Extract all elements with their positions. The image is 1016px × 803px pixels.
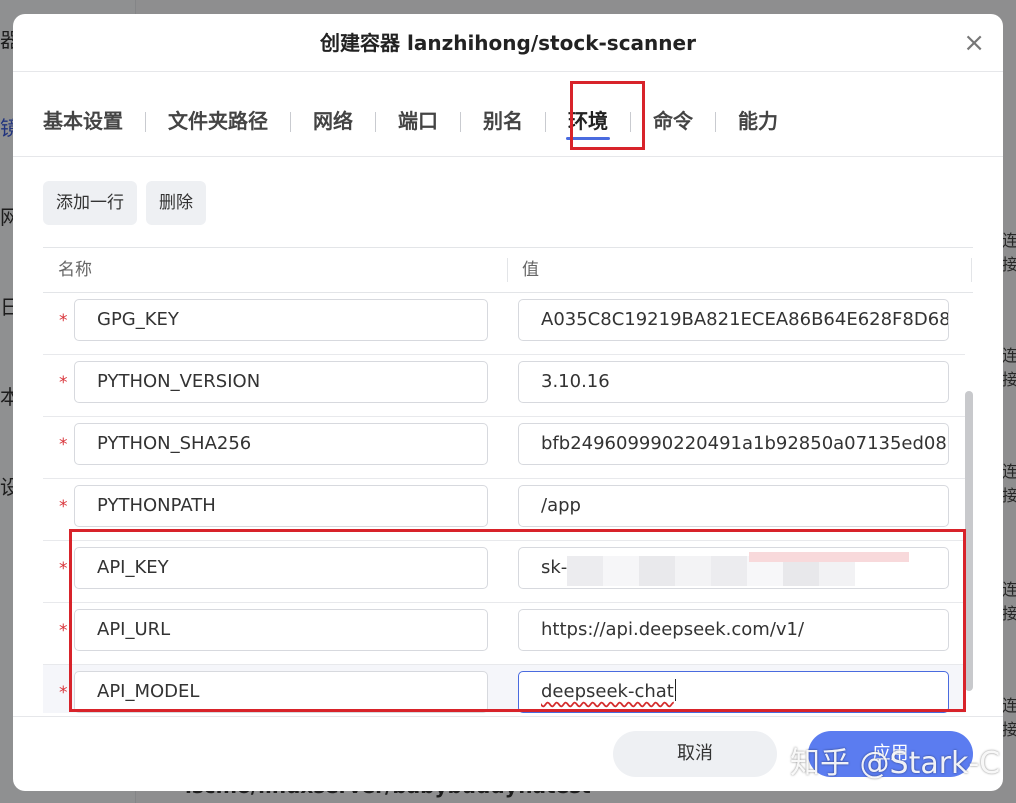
tab-7[interactable]: 能力 (716, 102, 800, 142)
tab-label: 命令 (653, 109, 693, 133)
footer-divider (13, 716, 1003, 717)
env-name-input[interactable]: GPG_KEY (74, 299, 488, 341)
tab-bar: 基本设置 文件夹路径 网络 端口 别名 环境 命令 能力 (43, 94, 800, 150)
column-header-name: 名称 (58, 260, 92, 280)
scrollbar-thumb[interactable] (965, 391, 973, 691)
title-divider (13, 71, 1003, 72)
env-value-input[interactable]: A035C8C19219BA821ECEA86B64E628F8D684 (518, 299, 949, 341)
tab-0[interactable]: 基本设置 (43, 102, 145, 142)
column-divider (971, 258, 972, 282)
api-rows-highlight-box (69, 529, 966, 712)
required-mark: * (59, 497, 68, 517)
env-name-input[interactable]: PYTHONPATH (74, 485, 488, 527)
tab-label: 别名 (483, 109, 523, 133)
tab-label: 能力 (738, 109, 778, 133)
env-value-input[interactable]: /app (518, 485, 949, 527)
required-mark: * (59, 373, 68, 393)
tab-label: 文件夹路径 (168, 109, 268, 133)
env-name-input[interactable]: PYTHON_SHA256 (74, 423, 488, 465)
required-mark: * (59, 435, 68, 455)
tab-highlight-box (570, 81, 645, 150)
required-mark: * (59, 559, 68, 579)
env-name-input[interactable]: PYTHON_VERSION (74, 361, 488, 403)
env-value-input[interactable]: 3.10.16 (518, 361, 949, 403)
add-row-button[interactable]: 添加一行 (43, 181, 137, 225)
tab-4[interactable]: 别名 (461, 102, 545, 142)
required-mark: * (59, 683, 68, 703)
column-header-value: 值 (522, 260, 539, 280)
table-row: * PYTHON_SHA256 bfb249609990220491a1b92850… (43, 417, 965, 479)
column-divider (507, 258, 508, 282)
create-container-dialog: 创建容器 lanzhihong/stock-scanner × 基本设置 文件夹路… (13, 14, 1003, 791)
tab-3[interactable]: 端口 (376, 102, 460, 142)
toolbar: 添加一行 删除 (43, 181, 206, 225)
tab-label: 基本设置 (43, 109, 123, 133)
watermark: 知乎 @Stark-C (790, 746, 1001, 781)
table-row: * PYTHON_VERSION 3.10.16 (43, 355, 965, 417)
delete-button[interactable]: 删除 (146, 181, 206, 225)
tabs-divider (13, 156, 1003, 157)
required-mark: * (59, 621, 68, 641)
tab-label: 网络 (313, 109, 353, 133)
required-mark: * (59, 311, 68, 331)
tab-2[interactable]: 网络 (291, 102, 375, 142)
env-value-input[interactable]: bfb249609990220491a1b92850a07135ed0831 (518, 423, 949, 465)
close-icon[interactable]: × (963, 30, 985, 56)
cancel-button[interactable]: 取消 (613, 731, 777, 777)
tab-1[interactable]: 文件夹路径 (146, 102, 290, 142)
table-row: * GPG_KEY A035C8C19219BA821ECEA86B64E628F8… (43, 293, 965, 355)
tab-label: 端口 (398, 109, 438, 133)
table-header: 名称 值 (43, 248, 973, 293)
dialog-title: 创建容器 lanzhihong/stock-scanner (320, 31, 696, 55)
